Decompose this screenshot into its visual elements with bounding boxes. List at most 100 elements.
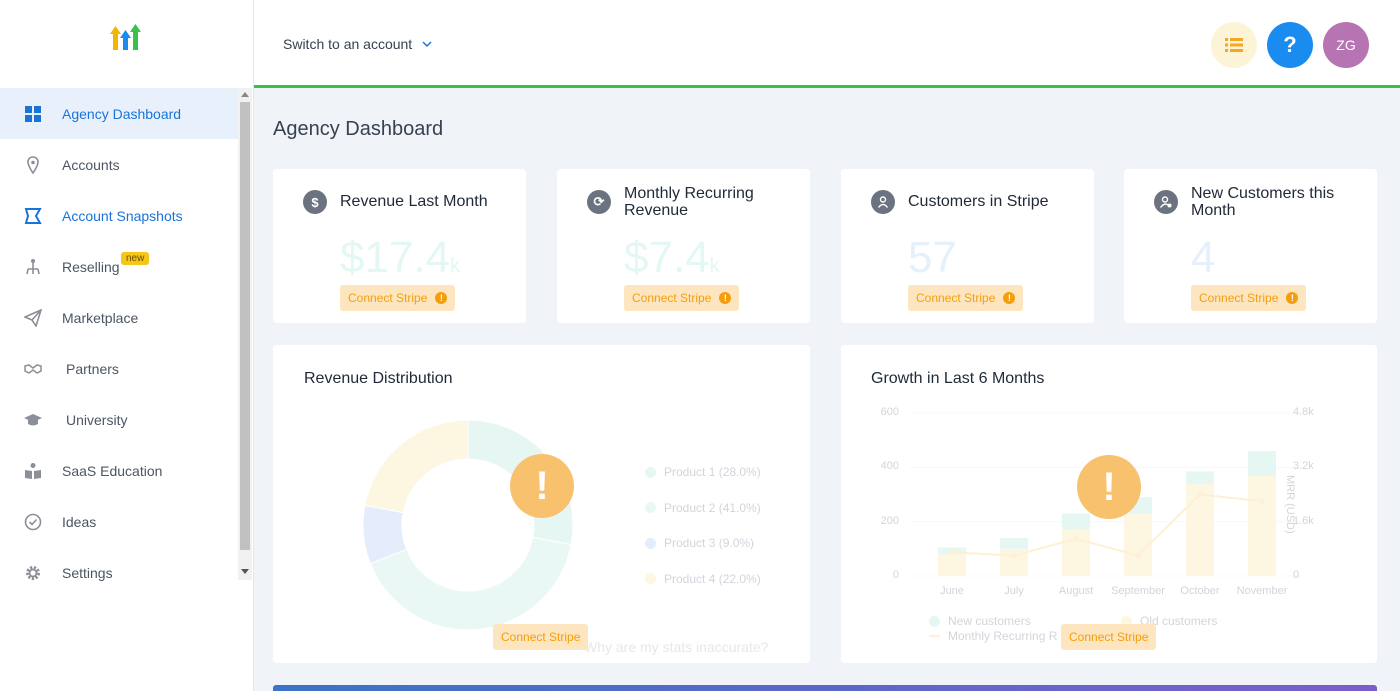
sidebar-item-agency-dashboard[interactable]: Agency Dashboard: [0, 88, 238, 139]
sidebar-item-account-snapshots[interactable]: Account Snapshots: [0, 190, 238, 241]
paper-plane-icon: [24, 308, 42, 327]
connect-stripe-label: Connect Stripe: [632, 291, 712, 305]
stat-title: Customers in Stripe: [908, 193, 1049, 210]
bar-new-customers: [1062, 513, 1090, 530]
sidebar-item-label: Reselling: [62, 258, 120, 275]
info-icon: !: [1003, 292, 1016, 304]
sidebar-item-saas-education[interactable]: SaaS Education: [0, 445, 238, 496]
legend-label: Product 4 (22.0%): [664, 571, 761, 586]
y2-axis-label: MRR (USD): [1284, 475, 1296, 534]
sidebar-item-label: SaaS Education: [62, 462, 163, 479]
app-logo[interactable]: [110, 22, 142, 54]
warning-icon: !: [510, 454, 574, 518]
gear-icon: [24, 564, 42, 582]
stat-card-new-customers: New Customers this Month 4 Connect Strip…: [1124, 169, 1377, 323]
mrr-point: [1135, 552, 1141, 559]
y2-tick-label: 0: [1293, 569, 1300, 581]
customers-icon: [871, 190, 895, 214]
scrollbar-thumb[interactable]: [240, 102, 250, 550]
graduation-cap-icon: [24, 411, 42, 429]
sidebar-item-settings[interactable]: Settings: [0, 547, 238, 598]
stat-title: New Customers this Month: [1191, 185, 1335, 215]
sidebar-item-ideas[interactable]: Ideas: [0, 496, 238, 547]
help-button[interactable]: ?: [1267, 22, 1313, 68]
scroll-down-arrow-icon[interactable]: [241, 569, 249, 574]
stat-number: 4: [1191, 233, 1216, 282]
connect-stripe-button[interactable]: Connect Stripe !: [908, 285, 1024, 311]
reader-icon: [24, 462, 42, 480]
stat-number: 57: [908, 233, 957, 282]
sidebar-nav: Agency Dashboard Accounts Account Snapsh…: [0, 88, 238, 598]
legend-label: Monthly Recurring R: [948, 629, 1058, 643]
connect-stripe-label: Connect Stripe: [1069, 630, 1149, 644]
sidebar-item-accounts[interactable]: Accounts: [0, 139, 238, 190]
stat-unit: k: [709, 255, 720, 277]
stats-inaccurate-link[interactable]: Why are my stats inaccurate?: [584, 639, 768, 655]
legend-mrr: Monthly Recurring R: [929, 629, 1057, 643]
y-tick-label: 0: [892, 569, 899, 581]
sidebar-item-label: Marketplace: [62, 309, 139, 326]
x-tick-label: August: [1058, 585, 1094, 597]
x-tick-label: June: [940, 585, 964, 597]
sidebar-scrollbar[interactable]: [238, 88, 252, 580]
reselling-icon: [24, 258, 42, 276]
mrr-point: [1073, 535, 1079, 542]
connect-stripe-label: Connect Stripe: [916, 291, 996, 305]
check-circle-icon: [24, 513, 42, 531]
snapshot-icon: [24, 207, 42, 225]
bar-old-customers: [1248, 475, 1276, 576]
sidebar: Agency Dashboard Accounts Account Snapsh…: [0, 0, 254, 691]
connect-stripe-button[interactable]: Connect Stripe: [493, 624, 589, 650]
y2-tick-label: 1.6k: [1293, 514, 1314, 527]
donut-slice: [364, 419, 469, 514]
stat-value: $7.4k: [624, 233, 720, 283]
list-icon: [1225, 38, 1243, 52]
stat-number: $7.4: [624, 233, 710, 282]
connect-stripe-label: Connect Stripe: [501, 630, 581, 644]
connect-stripe-button[interactable]: Connect Stripe !: [624, 285, 740, 311]
switch-account-dropdown[interactable]: Switch to an account: [283, 36, 432, 52]
bar-new-customers: [1248, 451, 1276, 476]
task-list-button[interactable]: [1211, 22, 1257, 68]
donut-legend-item: Product 2 (41.0%): [645, 501, 761, 515]
legend-dot: [645, 573, 656, 584]
page-title: Agency Dashboard: [273, 118, 444, 140]
scroll-up-arrow-icon[interactable]: [241, 92, 249, 97]
connect-stripe-label: Connect Stripe: [348, 291, 428, 305]
new-customer-icon: [1154, 190, 1178, 214]
legend-dot: [645, 466, 656, 478]
new-badge: new: [121, 252, 150, 265]
legend-line: [929, 635, 940, 637]
connect-stripe-label: Connect Stripe: [1199, 291, 1279, 305]
bottom-banner: [273, 685, 1377, 691]
donut-legend-item: Product 1 (28.0%): [645, 465, 761, 479]
legend-new-customers: New customers: [929, 614, 1031, 628]
stat-title: Revenue Last Month: [340, 193, 488, 210]
sidebar-item-label: Agency Dashboard: [62, 105, 182, 122]
stat-card-revenue-last-month: $ Revenue Last Month $17.4k Connect Stri…: [273, 169, 526, 323]
info-icon: !: [435, 292, 448, 304]
y2-tick-label: 4.8k: [1293, 406, 1314, 418]
x-tick-label: September: [1111, 585, 1165, 597]
sidebar-item-university[interactable]: University: [0, 394, 238, 445]
sidebar-item-label: Partners: [66, 360, 119, 377]
connect-stripe-button[interactable]: Connect Stripe !: [340, 285, 456, 311]
sidebar-item-reselling[interactable]: Reselling new: [0, 241, 238, 292]
connect-stripe-button[interactable]: Connect Stripe !: [1191, 285, 1307, 311]
handshake-icon: [24, 360, 42, 378]
sidebar-item-partners[interactable]: Partners: [0, 343, 238, 394]
dollar-icon: $: [303, 190, 327, 214]
donut-legend-item: Product 4 (22.0%): [645, 572, 761, 586]
stat-title: Monthly Recurring Revenue: [624, 185, 754, 215]
question-mark-icon: ?: [1283, 32, 1297, 57]
sidebar-item-marketplace[interactable]: Marketplace: [0, 292, 238, 343]
legend-dot: [929, 615, 940, 627]
legend-label: Product 1 (28.0%): [664, 465, 761, 479]
mrr-point: [1197, 491, 1203, 498]
y-tick-label: 600: [880, 406, 899, 418]
x-tick-label: October: [1180, 585, 1220, 597]
avatar[interactable]: ZG: [1323, 22, 1369, 68]
stat-card-monthly-recurring-revenue: ⟳ Monthly Recurring Revenue $7.4k Connec…: [557, 169, 810, 323]
sidebar-item-label: Ideas: [62, 513, 97, 530]
connect-stripe-button[interactable]: Connect Stripe: [1061, 624, 1157, 650]
